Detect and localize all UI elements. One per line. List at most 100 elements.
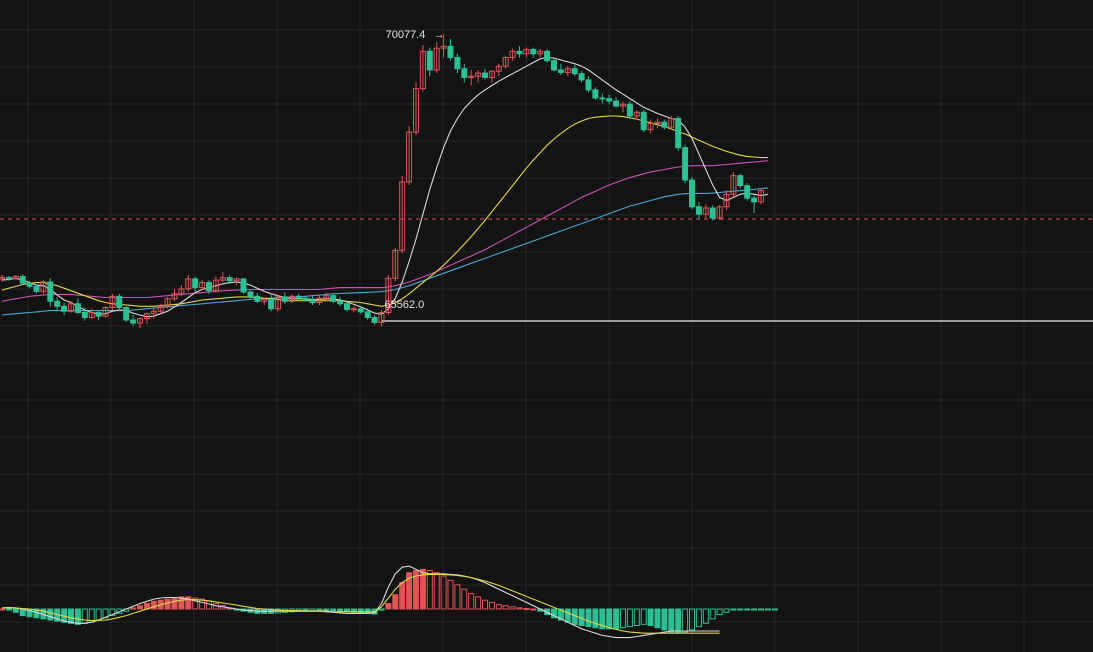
candle-body (454, 57, 461, 70)
macd-bar (613, 608, 620, 630)
macd-bar (758, 608, 764, 611)
candle-body (344, 303, 350, 310)
macd-bar (523, 607, 530, 610)
candle-body (61, 305, 68, 312)
macd-bar (737, 608, 744, 611)
trading-chart[interactable]: 70077.4 → 65562.0 (0, 0, 1093, 652)
candle (330, 293, 337, 304)
candle-body (426, 50, 433, 71)
candle-body (206, 282, 212, 292)
macd-bar (764, 608, 771, 611)
candle-body (240, 278, 247, 293)
macd-bar (74, 608, 81, 625)
candle-body (350, 308, 357, 311)
candle-body (116, 295, 123, 308)
macd-bar (771, 608, 778, 611)
candle-body (247, 291, 254, 297)
macd-bar (337, 608, 344, 612)
candle-body (661, 121, 668, 128)
low-price-label: 65562.0 (385, 299, 425, 311)
candle-body (640, 111, 647, 131)
candle-body (461, 68, 468, 78)
candle-body (544, 50, 551, 62)
candle-body (709, 207, 716, 219)
candle-body (551, 60, 557, 71)
high-arrow-icon: → (434, 29, 445, 41)
candle-body (357, 308, 364, 313)
candle (709, 205, 716, 221)
macd-bar (606, 608, 613, 630)
macd-bar (744, 608, 751, 611)
candle-body (530, 48, 537, 55)
candle-body (592, 89, 599, 99)
macd-bar (47, 608, 54, 621)
macd-bar (399, 582, 406, 610)
candle-body (557, 69, 564, 73)
candle-body (578, 73, 585, 81)
candle (19, 274, 26, 285)
macd-bar (592, 608, 599, 629)
candle-body (19, 275, 26, 284)
candle-body (26, 282, 33, 287)
candle (675, 115, 682, 151)
macd-bar (661, 608, 668, 631)
candle-body (74, 303, 81, 313)
macd-bar (12, 608, 19, 613)
macd-bar (654, 608, 661, 629)
candle-body (682, 147, 689, 181)
macd-bar (564, 608, 571, 623)
candle-body (226, 277, 233, 282)
candle-body (302, 297, 309, 301)
candle-body (47, 281, 54, 302)
macd-bar (323, 608, 330, 612)
macd-bar (751, 608, 758, 611)
candle-body (613, 100, 620, 107)
macd-bar (0, 608, 5, 611)
candle-body (599, 97, 606, 100)
candle (123, 306, 130, 322)
candle-body (364, 311, 371, 318)
candle-body (744, 185, 751, 199)
macd-bar (585, 608, 592, 628)
candle (682, 144, 689, 184)
macd-bar (130, 607, 137, 610)
candle-body (675, 117, 682, 149)
chart-container[interactable]: 70077.4 → 65562.0 (0, 0, 1093, 652)
candle-body (371, 316, 378, 323)
candle-body (5, 276, 12, 279)
candle-body (482, 72, 488, 78)
macd-bar (392, 594, 399, 610)
macd-bar (330, 608, 337, 612)
candle (744, 183, 751, 201)
macd-bar (316, 608, 323, 612)
candle-body (268, 298, 275, 310)
candle-body (192, 278, 199, 289)
macd-bar (675, 608, 682, 634)
candle-body (81, 311, 88, 318)
candle-body (737, 175, 744, 187)
candle-body (751, 197, 758, 203)
candle-body (54, 300, 61, 307)
candle-body (585, 79, 592, 91)
candle-body (689, 179, 695, 208)
candle-body (33, 285, 40, 292)
macd-bar (68, 608, 74, 624)
candle-body (123, 306, 130, 321)
macd-bar (171, 597, 178, 610)
macd-bar (668, 608, 675, 633)
macd-bar (5, 608, 12, 611)
candle-body (626, 103, 633, 117)
macd-bar (137, 605, 143, 610)
candle-body (447, 45, 454, 59)
candle (640, 109, 647, 133)
candle-body (95, 311, 102, 317)
candle (626, 101, 633, 119)
candle-body (337, 300, 344, 305)
candle-body (695, 206, 702, 215)
candle-body (309, 299, 316, 304)
candle-body (281, 296, 288, 302)
candle-body (606, 98, 613, 102)
macd-bar (530, 608, 537, 611)
macd-bar (19, 608, 26, 617)
candle-body (130, 319, 137, 324)
